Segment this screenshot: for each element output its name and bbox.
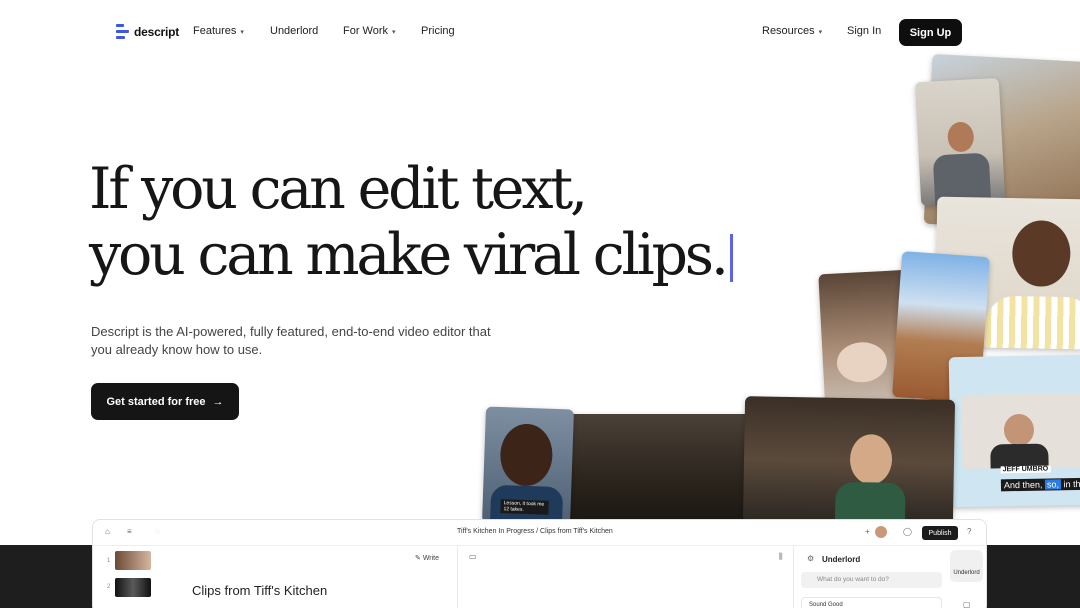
folder-icon[interactable]: ▢ <box>963 600 971 608</box>
descript-logo[interactable]: descript <box>116 24 179 39</box>
caption-prefix: And then, <box>1003 479 1043 491</box>
hero-subtext: Descript is the AI-powered, fully featur… <box>91 324 491 357</box>
hero-headline: If you can edit text, you can make viral… <box>89 156 733 288</box>
publish-button[interactable]: Publish <box>922 526 958 540</box>
logo-icon <box>116 24 129 39</box>
suggestion-item[interactable]: Sound Good <box>801 597 942 608</box>
woman-with-headphones-frame <box>742 396 956 526</box>
breadcrumb[interactable]: Tiff's Kitchen In Progress / Clips from … <box>457 528 613 535</box>
editor-toolbar: ⌂ ≡ ◌ Tiff's Kitchen In Progress / Clips… <box>93 520 986 546</box>
write-button[interactable]: ✎ Write <box>415 554 439 562</box>
nav-for-work-label: For Work <box>343 25 389 37</box>
man-with-glasses-frame: Lesson, it took me 12 takes. <box>482 406 574 526</box>
sign-in-label: Sign In <box>847 25 882 37</box>
side-tab-label: Underlord <box>953 570 980 576</box>
nav-underlord[interactable]: Underlord <box>270 25 318 37</box>
sign-up-button[interactable]: Sign Up <box>899 19 962 46</box>
editor-preview: ⌂ ≡ ◌ Tiff's Kitchen In Progress / Clips… <box>92 519 987 608</box>
write-label: Write <box>422 555 440 562</box>
text-cursor <box>729 234 733 282</box>
home-icon[interactable]: ⌂ <box>105 527 110 536</box>
nav-pricing-label: Pricing <box>421 25 455 37</box>
nav-features[interactable]: Features ▾ <box>193 25 244 37</box>
add-collaborator-icon[interactable]: + <box>865 527 870 536</box>
avatar[interactable] <box>875 526 887 538</box>
nav-features-label: Features <box>193 25 237 37</box>
chevron-down-icon: ▾ <box>392 28 396 36</box>
comment-icon[interactable]: ◯ <box>903 527 912 536</box>
columns-icon[interactable]: ⫼ <box>779 552 783 562</box>
chevron-down-icon: ▾ <box>240 28 244 36</box>
nav-resources[interactable]: Resources ▾ <box>762 25 822 37</box>
underlord-prompt-input[interactable]: What do you want to do? <box>801 572 942 588</box>
help-icon[interactable]: ? <box>967 527 971 536</box>
nav-for-work[interactable]: For Work ▾ <box>343 25 396 37</box>
subtitle-caption: Lesson, it took me 12 takes. <box>500 499 549 515</box>
cta-label: Get started for free <box>106 395 206 408</box>
scene-thumbnail[interactable] <box>115 578 151 597</box>
nav-pricing[interactable]: Pricing <box>421 25 455 37</box>
check-circle-icon[interactable]: ◌ <box>155 527 160 536</box>
underlord-side-tab[interactable]: Underlord <box>950 550 983 582</box>
document-title[interactable]: Clips from Tiff's Kitchen <box>192 583 327 598</box>
restaurant-scene-frame <box>560 414 760 526</box>
row-number: 2 <box>107 584 111 590</box>
underlord-icon: ⚙ <box>807 554 815 563</box>
logo-text: descript <box>134 24 180 39</box>
highlighted-caption: And then, so, in th <box>1000 477 1080 492</box>
get-started-button[interactable]: Get started for free → <box>91 383 239 420</box>
top-navigation: descript Features ▾ Underlord For Work ▾… <box>0 0 1080 64</box>
podcast-jeff-frame: JEFF UMBRO And then, so, in th <box>948 354 1080 508</box>
underlord-panel-title: Underlord <box>822 555 861 564</box>
arrow-right-icon: → <box>212 395 224 408</box>
panel-divider <box>793 546 794 608</box>
headline-line-1: If you can edit text, <box>89 156 588 222</box>
nav-resources-label: Resources <box>762 25 815 37</box>
nav-underlord-label: Underlord <box>270 25 319 37</box>
scene-thumbnail[interactable] <box>115 551 151 570</box>
speaker-name-tag: JEFF UMBRO <box>1000 465 1051 474</box>
headline-line-2: you can make viral clips. <box>89 222 729 288</box>
man-in-grey-shirt-frame <box>914 77 1006 207</box>
sign-in-link[interactable]: Sign In <box>847 25 881 37</box>
panel-divider <box>457 546 458 608</box>
row-number: 1 <box>107 558 111 564</box>
menu-icon[interactable]: ≡ <box>127 527 132 536</box>
layout-icon[interactable]: ▭ <box>469 552 477 561</box>
pencil-icon: ✎ <box>415 555 423 562</box>
caption-highlight: so, <box>1044 479 1062 490</box>
caption-suffix: in th <box>1063 478 1080 490</box>
chevron-down-icon: ▾ <box>818 28 823 36</box>
